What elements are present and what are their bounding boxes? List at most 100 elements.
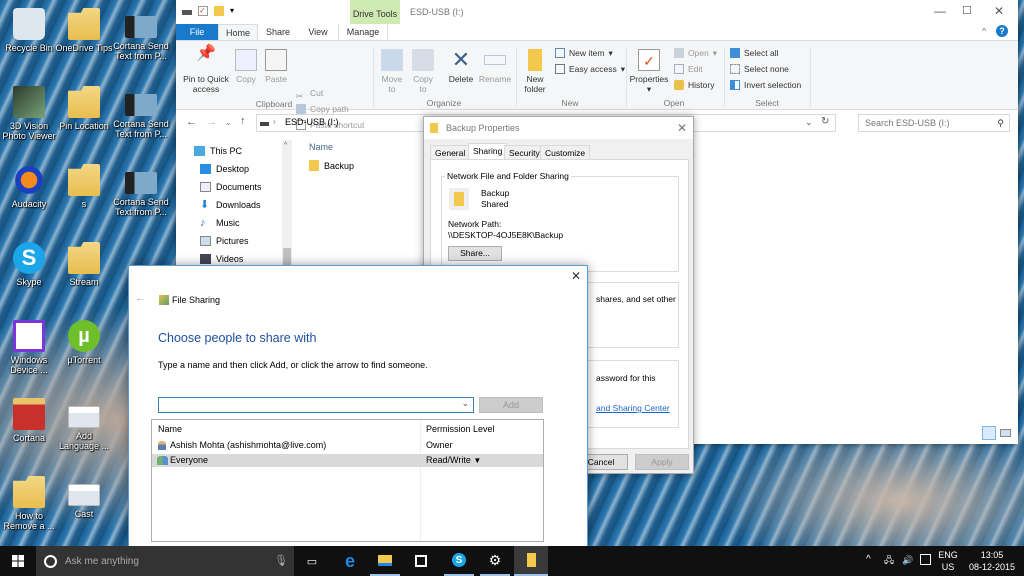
desktop-icon-how-to-remove[interactable]: How to Remove a ... bbox=[0, 476, 58, 531]
search-box[interactable]: Search ESD-USB (I:) ⚲ bbox=[858, 114, 1010, 132]
details-view-button[interactable] bbox=[982, 426, 996, 440]
move-to-button[interactable]: Move to bbox=[380, 49, 404, 94]
desktop-icon-cortana[interactable]: Cortana bbox=[0, 398, 58, 443]
select-none-button[interactable]: Select none bbox=[730, 61, 789, 77]
network-sharing-center-link[interactable]: and Sharing Center bbox=[596, 403, 670, 413]
tab-view[interactable]: View bbox=[298, 24, 338, 40]
tab-manage[interactable]: Manage bbox=[338, 24, 388, 40]
nav-item-music[interactable]: ♪ Music bbox=[200, 218, 240, 229]
copy-to-button[interactable]: Copy to bbox=[411, 49, 435, 94]
nav-item-this-pc[interactable]: This PC bbox=[194, 146, 242, 156]
desktop-icon-utorrent[interactable]: µ µTorrent bbox=[55, 320, 113, 365]
show-hidden-icons-button[interactable]: ^ bbox=[866, 554, 871, 566]
share-button[interactable]: Share... bbox=[448, 246, 502, 261]
file-sharing-close-button[interactable]: ✕ bbox=[571, 269, 581, 283]
paste-button[interactable]: Paste bbox=[264, 49, 288, 84]
nav-item-pictures[interactable]: Pictures bbox=[200, 236, 249, 246]
back-arrow-button[interactable]: ← bbox=[135, 292, 146, 304]
file-item-backup[interactable]: Backup bbox=[309, 160, 354, 171]
skype-taskbar-button[interactable]: S bbox=[444, 546, 474, 576]
nav-item-downloads[interactable]: ⬇ Downloads bbox=[200, 200, 261, 211]
desktop-icon-s[interactable]: s bbox=[55, 164, 113, 209]
explorer-window-taskbar-button[interactable] bbox=[514, 546, 548, 576]
desktop-icon-recycle-bin[interactable]: Recycle Bin bbox=[0, 8, 58, 53]
tab-customize[interactable]: Customize bbox=[540, 145, 591, 160]
tab-security[interactable]: Security bbox=[504, 145, 545, 160]
settings-button[interactable]: ⚙ bbox=[480, 546, 510, 576]
desktop-icon-add-language[interactable]: Add Language ... bbox=[55, 398, 113, 451]
pin-to-quick-access-button[interactable]: 📌 Pin to Quick access bbox=[180, 46, 232, 95]
volume-icon[interactable]: 🔊 bbox=[902, 554, 913, 566]
rename-button[interactable]: Rename bbox=[478, 49, 512, 84]
up-button[interactable]: ↑ bbox=[240, 115, 246, 127]
nav-item-videos[interactable]: Videos bbox=[200, 254, 243, 264]
store-button[interactable] bbox=[406, 546, 436, 576]
invert-selection-button[interactable]: Invert selection bbox=[730, 77, 801, 93]
desktop-icon-cortana-3[interactable]: Cortana Send Text from P... bbox=[112, 164, 170, 217]
desktop-icon-windows-device[interactable]: Windows Device ... bbox=[0, 320, 58, 375]
collapse-ribbon-icon[interactable]: ^ bbox=[982, 26, 986, 36]
new-item-button[interactable]: New item ▾ bbox=[555, 45, 613, 61]
input-language-indicator[interactable]: ENG US bbox=[938, 549, 958, 573]
help-icon[interactable]: ? bbox=[996, 25, 1008, 37]
tab-general[interactable]: General bbox=[430, 145, 471, 160]
add-button[interactable]: Add bbox=[479, 397, 543, 413]
start-button[interactable] bbox=[0, 546, 36, 576]
easy-access-button[interactable]: Easy access ▾ bbox=[555, 61, 625, 77]
desktop-icon-skype[interactable]: S Skype bbox=[0, 242, 58, 287]
edit-button[interactable]: Edit bbox=[674, 61, 703, 77]
desktop-icon-stream[interactable]: Stream bbox=[55, 242, 113, 287]
list-row-selected[interactable]: Everyone Read/Write ▼ bbox=[152, 454, 543, 467]
nav-item-documents[interactable]: Documents bbox=[200, 182, 262, 192]
network-icon[interactable]: 🖧 bbox=[884, 554, 894, 566]
properties-close-button[interactable]: ✕ bbox=[677, 117, 687, 139]
desktop-icon-audacity[interactable]: Audacity bbox=[0, 164, 58, 209]
forward-button[interactable]: → bbox=[206, 116, 217, 128]
tab-home[interactable]: Home bbox=[218, 24, 258, 40]
list-row[interactable]: Ashish Mohta (ashishmohta@live.com) Owne… bbox=[152, 439, 543, 452]
tab-share[interactable]: Share bbox=[258, 24, 298, 40]
edge-button[interactable]: e bbox=[336, 546, 364, 576]
column-header-name[interactable]: Name bbox=[309, 142, 333, 152]
nav-scrollbar[interactable]: ^ bbox=[282, 140, 292, 270]
action-center-icon[interactable] bbox=[920, 554, 931, 565]
back-button[interactable]: ← bbox=[186, 116, 197, 128]
properties-quick-icon[interactable]: ✓ bbox=[198, 6, 208, 16]
history-button[interactable]: History bbox=[674, 77, 714, 93]
open-button[interactable]: Open ▾ bbox=[674, 45, 717, 61]
select-all-button[interactable]: Select all bbox=[730, 45, 779, 61]
task-view-button[interactable]: ▭ bbox=[298, 546, 326, 576]
new-folder-button[interactable]: New folder bbox=[521, 49, 549, 94]
properties-button[interactable]: ✓ Properties ▾ bbox=[628, 49, 670, 94]
desktop-icon-pin-location[interactable]: Pin Location bbox=[55, 86, 113, 131]
refresh-icon[interactable]: ↻ bbox=[821, 116, 829, 127]
desktop-icon-cast[interactable]: Cast bbox=[55, 476, 113, 519]
column-header-name[interactable]: Name bbox=[158, 423, 182, 436]
close-button[interactable]: ✕ bbox=[994, 4, 1004, 18]
delete-button[interactable]: ✕ Delete bbox=[446, 49, 476, 85]
desktop-icon-cortana-1[interactable]: Cortana Send Text from P... bbox=[112, 8, 170, 61]
combo-dropdown-arrow-icon[interactable]: ⌄ bbox=[461, 398, 469, 409]
clock[interactable]: 13:05 08-12-2015 bbox=[966, 549, 1018, 573]
file-explorer-taskbar-button[interactable] bbox=[370, 546, 400, 576]
tab-file[interactable]: File bbox=[176, 24, 218, 40]
recent-locations-icon[interactable]: ⌄ bbox=[225, 118, 232, 127]
permission-dropdown[interactable]: Read/Write ▼ bbox=[426, 454, 481, 467]
desktop-icon-onedrive-tips[interactable]: OneDrive Tips bbox=[55, 8, 113, 53]
desktop-icon-3d-vision[interactable]: 3D Vision Photo Viewer bbox=[0, 86, 58, 141]
large-icons-view-button[interactable] bbox=[1000, 429, 1011, 437]
minimize-button[interactable]: — bbox=[934, 4, 946, 18]
address-dropdown-icon[interactable]: ⌄ bbox=[805, 117, 813, 128]
column-header-permission[interactable]: Permission Level bbox=[426, 423, 495, 436]
microphone-icon[interactable]: 🎙 bbox=[274, 554, 288, 567]
people-combo-input[interactable]: ⌄ bbox=[158, 397, 474, 413]
apply-button[interactable]: Apply bbox=[635, 454, 689, 470]
desktop-icon-cortana-2[interactable]: Cortana Send Text from P... bbox=[112, 86, 170, 139]
history-icon bbox=[674, 80, 684, 90]
nav-item-desktop[interactable]: Desktop bbox=[200, 164, 249, 174]
customize-qat-icon[interactable]: ▾ bbox=[230, 6, 240, 16]
copy-button[interactable]: Copy bbox=[234, 49, 258, 84]
new-folder-quick-icon[interactable] bbox=[214, 6, 224, 16]
cortana-search-box[interactable]: Ask me anything 🎙 bbox=[36, 546, 294, 576]
maximize-button[interactable]: ☐ bbox=[962, 4, 972, 17]
